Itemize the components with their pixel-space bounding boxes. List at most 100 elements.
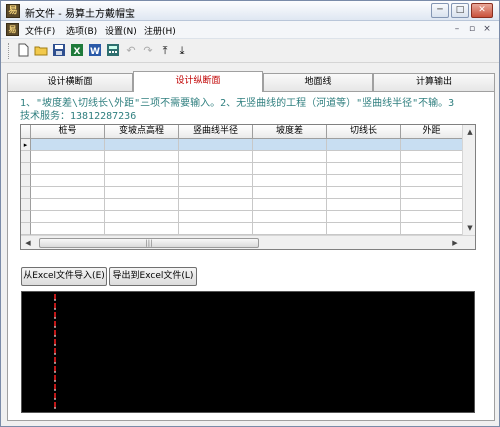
- horizontal-scrollbar[interactable]: ◀ ||| ▶: [21, 235, 475, 249]
- toolbar-grip[interactable]: [8, 43, 10, 59]
- vertical-scrollbar[interactable]: ▲ ▼: [462, 125, 475, 235]
- grid-cell[interactable]: [179, 223, 253, 235]
- grid-cell[interactable]: [31, 175, 105, 187]
- move-top-icon[interactable]: ⤒: [157, 43, 173, 59]
- grid-cell[interactable]: [401, 151, 463, 163]
- move-bottom-icon[interactable]: ⤓: [174, 43, 190, 59]
- grid-cell[interactable]: [31, 151, 105, 163]
- word-icon[interactable]: W: [87, 43, 103, 59]
- new-document-icon[interactable]: [15, 43, 31, 59]
- grid-cell[interactable]: [179, 187, 253, 199]
- tab-design-cross-section[interactable]: 设计横断面: [7, 73, 133, 91]
- row-header[interactable]: [21, 223, 31, 235]
- minimize-button[interactable]: ─: [431, 3, 449, 18]
- grid-cell[interactable]: [401, 163, 463, 175]
- grid-cell[interactable]: [105, 199, 179, 211]
- grid-cell[interactable]: [327, 139, 401, 151]
- undo-icon[interactable]: ↶: [123, 43, 139, 59]
- mdi-restore-button[interactable]: ▫: [466, 24, 478, 36]
- grid-cell[interactable]: [401, 223, 463, 235]
- grid-cell[interactable]: [105, 175, 179, 187]
- grid-cell[interactable]: [179, 175, 253, 187]
- grid-cell[interactable]: [253, 175, 327, 187]
- save-icon[interactable]: [51, 43, 67, 59]
- grid-cell[interactable]: [31, 187, 105, 199]
- column-header-tangent-length[interactable]: 切线长: [327, 125, 401, 139]
- document-icon[interactable]: 易: [6, 23, 19, 36]
- grid-cell[interactable]: [179, 139, 253, 151]
- scroll-down-button[interactable]: ▼: [463, 221, 475, 235]
- grid-cell[interactable]: [253, 139, 327, 151]
- column-header-grade-point-elevation[interactable]: 变坡点高程: [105, 125, 179, 139]
- grid-cell[interactable]: [31, 211, 105, 223]
- grid-cell[interactable]: [105, 139, 179, 151]
- grid-cell[interactable]: [401, 175, 463, 187]
- row-header[interactable]: [21, 187, 31, 199]
- grid-cell[interactable]: [327, 163, 401, 175]
- grid-cell[interactable]: [179, 211, 253, 223]
- tab-design-profile[interactable]: 设计纵断面: [133, 71, 263, 92]
- mdi-close-button[interactable]: ×: [481, 24, 493, 36]
- row-header[interactable]: [21, 211, 31, 223]
- grid-cell[interactable]: [253, 199, 327, 211]
- row-header[interactable]: [21, 175, 31, 187]
- tab-ground-line[interactable]: 地面线: [263, 73, 373, 91]
- title-bar[interactable]: 易 新文件 - 易算土方戴帽宝 ─ □ ✕: [1, 1, 499, 21]
- grid-cell[interactable]: [327, 151, 401, 163]
- horizontal-scroll-thumb[interactable]: |||: [39, 238, 259, 248]
- export-excel-button[interactable]: 导出到Excel文件(L): [109, 267, 197, 286]
- menu-settings[interactable]: 设置(N): [105, 24, 137, 37]
- grid-cell[interactable]: [327, 175, 401, 187]
- close-button[interactable]: ✕: [471, 3, 493, 18]
- row-header[interactable]: ▸: [21, 139, 31, 151]
- grid-cell[interactable]: [179, 163, 253, 175]
- grid-cell[interactable]: [105, 187, 179, 199]
- maximize-button[interactable]: □: [451, 3, 469, 18]
- open-folder-icon[interactable]: [33, 43, 49, 59]
- grid-cell[interactable]: [179, 151, 253, 163]
- grid-cell[interactable]: [31, 199, 105, 211]
- grid-cell[interactable]: [401, 139, 463, 151]
- column-header-station[interactable]: 桩号: [31, 125, 105, 139]
- column-header-grade-difference[interactable]: 坡度差: [253, 125, 327, 139]
- grid-cell[interactable]: [253, 223, 327, 235]
- grid-cell[interactable]: [105, 163, 179, 175]
- grid-cell[interactable]: [31, 163, 105, 175]
- grid-cell[interactable]: [327, 187, 401, 199]
- import-excel-button[interactable]: 从Excel文件导入(E): [21, 267, 107, 286]
- grid-cell[interactable]: [31, 139, 105, 151]
- grid-cell[interactable]: [253, 187, 327, 199]
- grid-cell[interactable]: [105, 151, 179, 163]
- redo-icon[interactable]: ↷: [140, 43, 156, 59]
- row-header[interactable]: [21, 151, 31, 163]
- scroll-right-button[interactable]: ▶: [448, 236, 462, 249]
- grid-cell[interactable]: [401, 211, 463, 223]
- scroll-left-button[interactable]: ◀: [21, 236, 35, 249]
- grid-cell[interactable]: [31, 223, 105, 235]
- profile-drawing-canvas[interactable]: [21, 291, 475, 413]
- grid-cell[interactable]: [253, 163, 327, 175]
- menu-file[interactable]: 文件(F): [25, 24, 55, 37]
- grid-cell[interactable]: [253, 151, 327, 163]
- column-header-external-distance[interactable]: 外距: [401, 125, 463, 139]
- grid-cell[interactable]: [401, 199, 463, 211]
- grid-cell[interactable]: [179, 199, 253, 211]
- profile-data-grid[interactable]: 桩号 变坡点高程 竖曲线半径 坡度差 切线长 外距 ▸ ▲ ▼ ◀ ||| ▶: [20, 124, 476, 250]
- mdi-minimize-button[interactable]: –: [451, 24, 463, 36]
- column-header-vertical-curve-radius[interactable]: 竖曲线半径: [179, 125, 253, 139]
- scroll-up-button[interactable]: ▲: [463, 125, 475, 139]
- grid-cell[interactable]: [327, 199, 401, 211]
- excel-icon[interactable]: X: [69, 43, 85, 59]
- menu-options[interactable]: 选项(B): [66, 24, 97, 37]
- grid-cell[interactable]: [253, 211, 327, 223]
- grid-cell[interactable]: [105, 211, 179, 223]
- calculator-icon[interactable]: [105, 43, 121, 59]
- tab-calc-output[interactable]: 计算输出: [373, 73, 495, 91]
- menu-register[interactable]: 注册(H): [144, 24, 176, 37]
- row-header[interactable]: [21, 163, 31, 175]
- grid-cell[interactable]: [327, 223, 401, 235]
- grid-cell[interactable]: [401, 187, 463, 199]
- grid-cell[interactable]: [105, 223, 179, 235]
- row-header[interactable]: [21, 199, 31, 211]
- grid-cell[interactable]: [327, 211, 401, 223]
